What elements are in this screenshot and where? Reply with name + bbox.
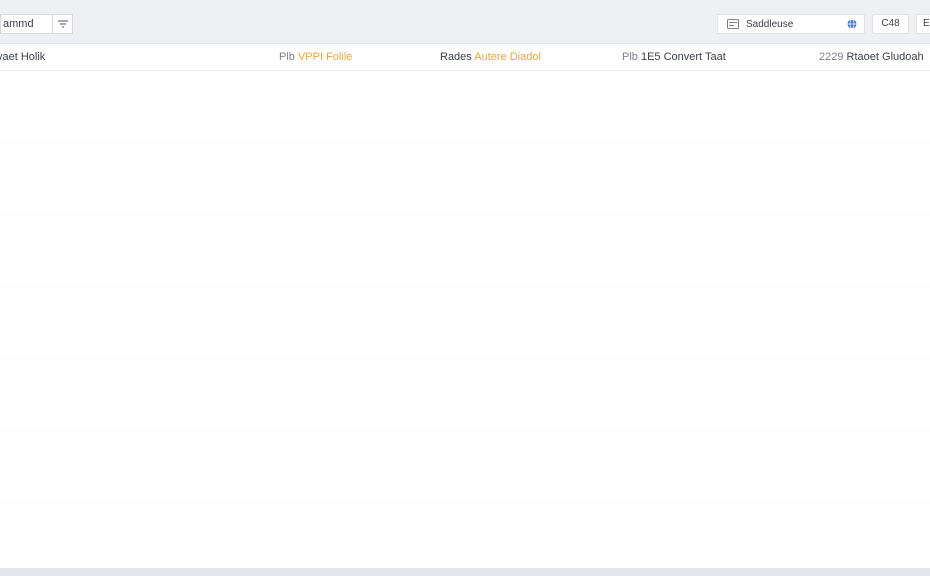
column-label: VPPI Folile bbox=[297, 51, 353, 63]
filter-icon bbox=[58, 20, 68, 28]
column-label: Rtaoet Gludoah bbox=[846, 51, 924, 63]
search-input[interactable] bbox=[746, 17, 838, 31]
card-icon bbox=[727, 19, 739, 29]
column-label: yaet Holik bbox=[0, 51, 46, 63]
filter-button[interactable] bbox=[52, 14, 73, 34]
column-header-row: yaet Holik Plb VPPI Folile Rades Autere … bbox=[0, 45, 930, 71]
language-button[interactable]: C48 bbox=[872, 14, 909, 34]
globe-icon[interactable] bbox=[847, 19, 857, 29]
column-label: 1E5 Convert Taat bbox=[640, 51, 726, 63]
column-header-2[interactable]: Plb VPPI Folile bbox=[279, 51, 352, 63]
column-header-3[interactable]: Rades Autere Diadol bbox=[440, 51, 541, 63]
column-prefix: Plb bbox=[279, 51, 295, 63]
column-header-1[interactable]: yaet Holik bbox=[0, 51, 45, 63]
more-button[interactable]: E bbox=[916, 14, 930, 34]
search-box[interactable] bbox=[717, 14, 865, 34]
top-toolbar: ammd C48 E bbox=[0, 0, 930, 44]
column-header-5[interactable]: 2229 Rtaoet Gludoah bbox=[819, 51, 924, 63]
column-header-4[interactable]: Plb 1E5 Convert Taat bbox=[622, 51, 726, 63]
column-label: Autere Diadol bbox=[474, 51, 541, 63]
column-prefix: Rades bbox=[440, 51, 472, 63]
column-prefix: Plb bbox=[622, 51, 638, 63]
table-body bbox=[0, 72, 930, 568]
column-prefix: 2229 bbox=[819, 51, 844, 63]
status-bar bbox=[0, 568, 930, 576]
view-select[interactable]: ammd bbox=[0, 14, 52, 34]
